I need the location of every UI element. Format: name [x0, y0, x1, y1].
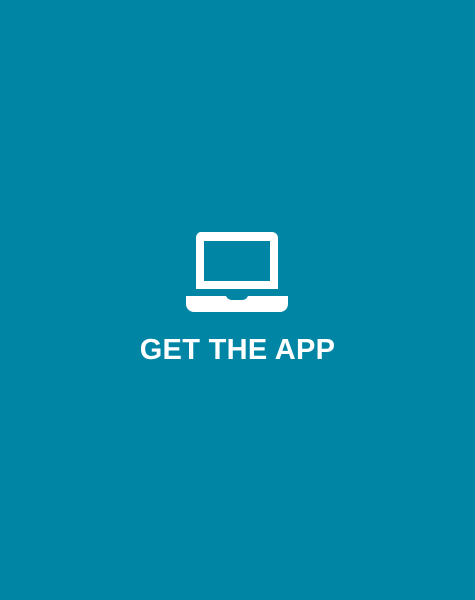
get-the-app-label: GET THE APP	[139, 334, 336, 366]
get-the-app-tile[interactable]: GET THE APP	[0, 0, 475, 600]
laptop-icon	[186, 232, 288, 312]
